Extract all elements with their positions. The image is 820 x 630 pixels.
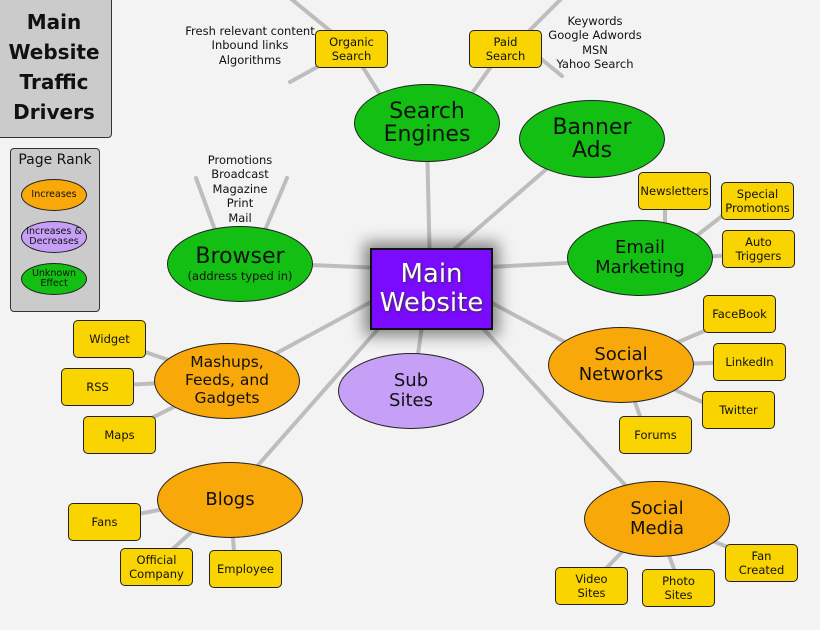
box-forums[interactable]: Forums	[619, 416, 692, 454]
box-label: Search	[331, 49, 372, 63]
hub-label: Media	[629, 518, 685, 539]
box-label: Special	[736, 186, 779, 201]
legend-item-increases-decreases: Increases & Decreases	[21, 221, 87, 253]
title-line: Drivers	[13, 100, 95, 124]
note-line: Google Adwords	[548, 28, 642, 43]
hub-sublabel: (address typed in)	[187, 268, 293, 283]
box-label: Twitter	[719, 402, 758, 417]
box-label: Fan	[751, 548, 772, 563]
box-linkedin[interactable]: LinkedIn	[713, 343, 786, 381]
box-label: Fans	[91, 514, 118, 529]
hub-search-engines[interactable]: Search Engines	[354, 84, 500, 162]
box-official-company[interactable]: Official Company	[120, 548, 193, 586]
note-line: Magazine	[212, 181, 268, 196]
hub-label: Browser	[195, 244, 285, 270]
note-line: Print	[226, 196, 254, 211]
legend-item-increases: Increases	[21, 179, 87, 211]
box-video-sites[interactable]: Video Sites	[555, 567, 628, 605]
box-label: Official	[136, 552, 177, 567]
center-label: Website	[379, 288, 484, 318]
hub-label: Email	[615, 236, 665, 258]
box-label: Sites	[577, 586, 606, 600]
box-photo-sites[interactable]: Photo Sites	[642, 569, 715, 607]
box-organic-search[interactable]: Organic Search	[315, 30, 388, 68]
hub-browser[interactable]: Browser (address typed in)	[167, 226, 313, 302]
box-label: RSS	[86, 379, 109, 394]
box-label: Company	[129, 567, 184, 581]
box-label: Video	[575, 571, 608, 586]
hub-email-marketing[interactable]: Email Marketing	[567, 220, 713, 296]
box-newsletters[interactable]: Newsletters	[638, 172, 711, 210]
box-employee[interactable]: Employee	[209, 550, 282, 588]
hub-label: Marketing	[595, 257, 685, 278]
box-fan-created[interactable]: Fan Created	[725, 544, 798, 582]
box-label: Promotions	[725, 201, 790, 215]
hub-label: Blogs	[205, 488, 255, 510]
legend-item-unknown-effect: Unknown Effect	[21, 263, 87, 295]
box-label: Paid	[493, 34, 518, 49]
center-label: Main	[400, 259, 463, 290]
box-label: Widget	[89, 331, 130, 346]
hub-label: Feeds, and	[184, 371, 270, 390]
box-label: Employee	[217, 561, 274, 576]
box-label: Sites	[664, 588, 693, 602]
box-label: Organic	[329, 34, 374, 49]
organic-search-note: Fresh relevant content Inbound links Alg…	[168, 24, 332, 67]
hub-label: Networks	[578, 364, 664, 385]
title-line: Traffic	[19, 70, 89, 94]
hub-label: Gadgets	[194, 388, 260, 407]
box-label: Photo	[662, 573, 695, 588]
box-label: Maps	[104, 427, 135, 442]
paid-search-note: Keywords Google Adwords MSN Yahoo Search	[540, 14, 650, 72]
hub-blogs[interactable]: Blogs	[157, 462, 303, 538]
note-line: Yahoo Search	[556, 57, 634, 72]
box-maps[interactable]: Maps	[83, 416, 156, 454]
note-line: Keywords	[567, 14, 623, 28]
hub-label: Ads	[571, 138, 613, 163]
hub-label: Engines	[383, 122, 471, 147]
note-line: Inbound links	[211, 38, 289, 53]
box-facebook[interactable]: FaceBook	[703, 295, 776, 333]
center-main-website[interactable]: Main Website	[370, 248, 493, 330]
hub-label: Social	[630, 497, 684, 519]
legend-title: Page Rank	[18, 152, 92, 168]
hub-label: Social	[594, 343, 648, 365]
title-line: Main	[26, 10, 82, 34]
box-label: Created	[738, 563, 785, 577]
hub-label: Sites	[389, 390, 433, 411]
note-line: Broadcast	[211, 167, 269, 182]
hub-label: Search	[389, 98, 465, 124]
box-label: Newsletters	[640, 183, 709, 198]
browser-note: Promotions Broadcast Magazine Print Mail	[195, 153, 285, 225]
page-rank-legend: Page Rank Increases Increases & Decrease…	[10, 148, 100, 312]
box-label: Auto	[745, 234, 772, 249]
box-label: Search	[485, 49, 526, 63]
diagram-title: Main Website Traffic Drivers	[0, 0, 112, 138]
title-line: Website	[8, 40, 100, 64]
box-label: FaceBook	[712, 306, 767, 321]
box-paid-search[interactable]: Paid Search	[469, 30, 542, 68]
hub-social-networks[interactable]: Social Networks	[548, 327, 694, 403]
note-line: Algorithms	[218, 52, 282, 67]
note-line: Promotions	[207, 153, 273, 167]
note-line: Mail	[228, 210, 252, 225]
box-twitter[interactable]: Twitter	[702, 391, 775, 429]
box-label: Forums	[634, 427, 677, 442]
box-widget[interactable]: Widget	[73, 320, 146, 358]
note-line: Fresh relevant content	[185, 24, 315, 38]
box-label: Triggers	[735, 249, 782, 263]
hub-banner-ads[interactable]: Banner Ads	[519, 100, 665, 178]
box-auto-triggers[interactable]: Auto Triggers	[722, 230, 795, 268]
hub-social-media[interactable]: Social Media	[584, 481, 730, 557]
note-line: MSN	[582, 42, 608, 57]
box-rss[interactable]: RSS	[61, 368, 134, 406]
box-fans[interactable]: Fans	[68, 503, 141, 541]
box-special-promotions[interactable]: Special Promotions	[721, 182, 794, 220]
hub-label: Mashups,	[190, 353, 264, 372]
hub-sub-sites[interactable]: Sub Sites	[338, 353, 484, 429]
hub-mashups-feeds-gadgets[interactable]: Mashups, Feeds, and Gadgets	[154, 343, 300, 419]
hub-label: Sub	[393, 369, 429, 391]
hub-label: Banner	[552, 114, 632, 140]
box-label: LinkedIn	[725, 354, 774, 369]
